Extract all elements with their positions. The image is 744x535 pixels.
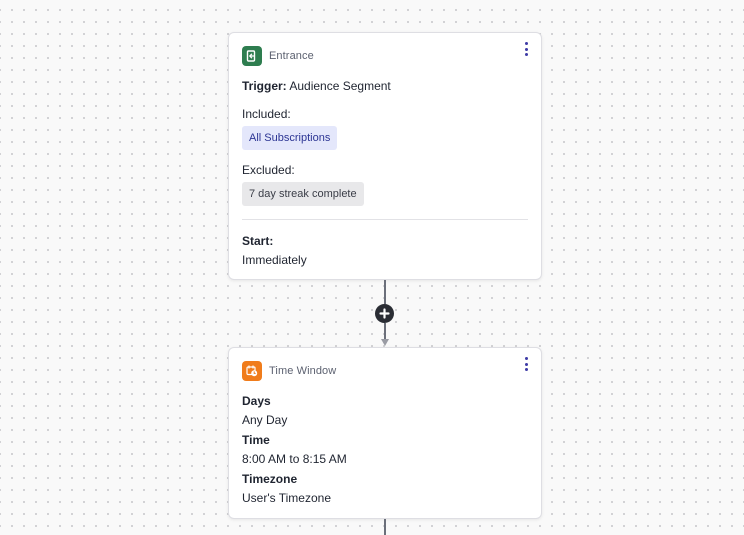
connector-arrow-icon [381,339,389,346]
trigger-row: Trigger: Audience Segment [242,78,528,94]
entrance-door-icon [242,46,262,66]
timezone-label: Timezone [242,472,298,486]
journey-canvas[interactable]: Entrance Trigger: Audience Segment Inclu… [0,0,744,535]
timezone-value: User's Timezone [242,491,331,505]
excluded-label: Excluded: [242,163,295,177]
entrance-card-header: Entrance [242,46,528,66]
entrance-divider [242,219,528,220]
time-window-type-label: Time Window [269,365,337,377]
days-label: Days [242,394,271,408]
time-label: Time [242,433,270,447]
entrance-type-label: Entrance [269,50,314,62]
start-label: Start: [242,234,274,248]
entrance-card[interactable]: Entrance Trigger: Audience Segment Inclu… [228,32,542,280]
start-value: Immediately [242,253,307,267]
connector-line-next [384,519,386,535]
time-value: 8:00 AM to 8:15 AM [242,452,347,466]
included-label: Included: [242,107,291,121]
trigger-value: Audience Segment [289,79,391,93]
trigger-label: Trigger: [242,79,287,93]
time-window-card[interactable]: Time Window Days Any Day Time 8:00 AM to… [228,347,542,519]
plus-icon [379,308,390,319]
included-segment-pill[interactable]: All Subscriptions [242,126,338,150]
add-step-button[interactable] [375,304,394,323]
connector-line-bottom [384,323,386,340]
time-window-card-header: Time Window [242,361,528,381]
days-value: Any Day [242,413,288,427]
excluded-segment-pill[interactable]: 7 day streak complete [242,182,364,206]
calendar-clock-icon [242,361,262,381]
connector-line-top [384,280,386,304]
entrance-more-menu-icon[interactable] [521,42,531,56]
time-window-more-menu-icon[interactable] [521,357,531,371]
